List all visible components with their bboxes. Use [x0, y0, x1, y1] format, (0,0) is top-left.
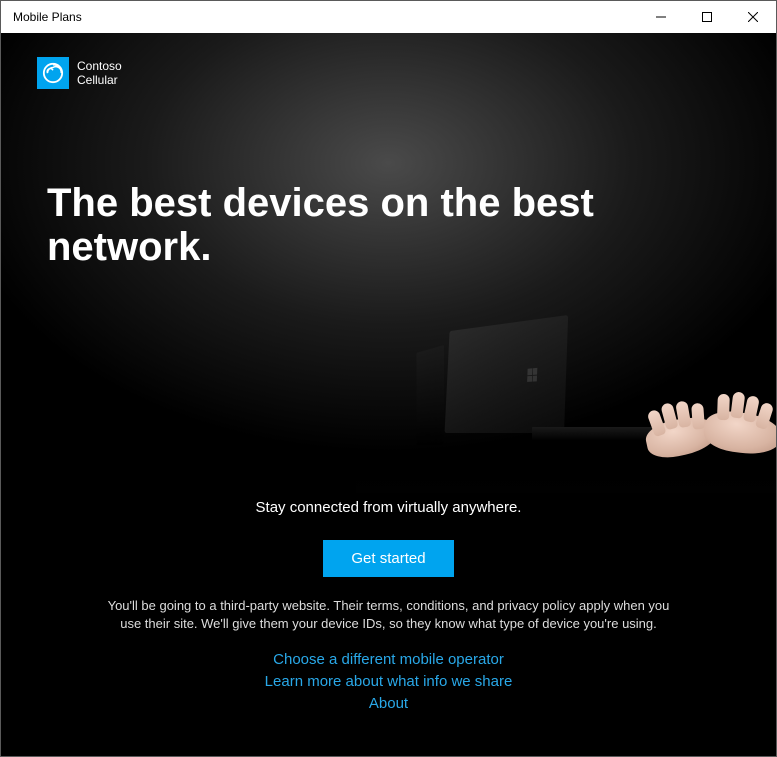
- minimize-icon: [656, 12, 666, 22]
- disclaimer-text: You'll be going to a third-party website…: [99, 597, 679, 633]
- tagline: Stay connected from virtually anywhere.: [51, 499, 726, 516]
- window-controls: [638, 1, 776, 33]
- hands-illustration: [646, 405, 776, 465]
- close-button[interactable]: [730, 1, 776, 33]
- hero-headline: The best devices on the best network.: [47, 181, 730, 269]
- microsoft-logo-icon: [527, 368, 537, 382]
- brand-logo-icon: [37, 57, 69, 89]
- about-link[interactable]: About: [369, 695, 408, 712]
- hero-image: [1, 303, 776, 493]
- app-window: Mobile Plans Contoso Cellular T: [0, 0, 777, 757]
- minimize-button[interactable]: [638, 1, 684, 33]
- learn-more-link[interactable]: Learn more about what info we share: [265, 673, 513, 690]
- brand-name: Contoso Cellular: [77, 59, 122, 88]
- maximize-icon: [702, 12, 712, 22]
- device-illustration: [356, 313, 776, 493]
- close-icon: [748, 12, 758, 22]
- window-title: Mobile Plans: [13, 10, 82, 24]
- footer-links: Choose a different mobile operator Learn…: [51, 651, 726, 712]
- lower-section: Stay connected from virtually anywhere. …: [1, 499, 776, 756]
- choose-operator-link[interactable]: Choose a different mobile operator: [273, 651, 504, 668]
- content-area: Contoso Cellular The best devices on the…: [1, 33, 776, 756]
- titlebar: Mobile Plans: [1, 1, 776, 33]
- brand: Contoso Cellular: [37, 57, 122, 89]
- get-started-button[interactable]: Get started: [323, 540, 453, 577]
- swirl-icon: [42, 62, 64, 84]
- hero: The best devices on the best network.: [47, 181, 730, 269]
- maximize-button[interactable]: [684, 1, 730, 33]
